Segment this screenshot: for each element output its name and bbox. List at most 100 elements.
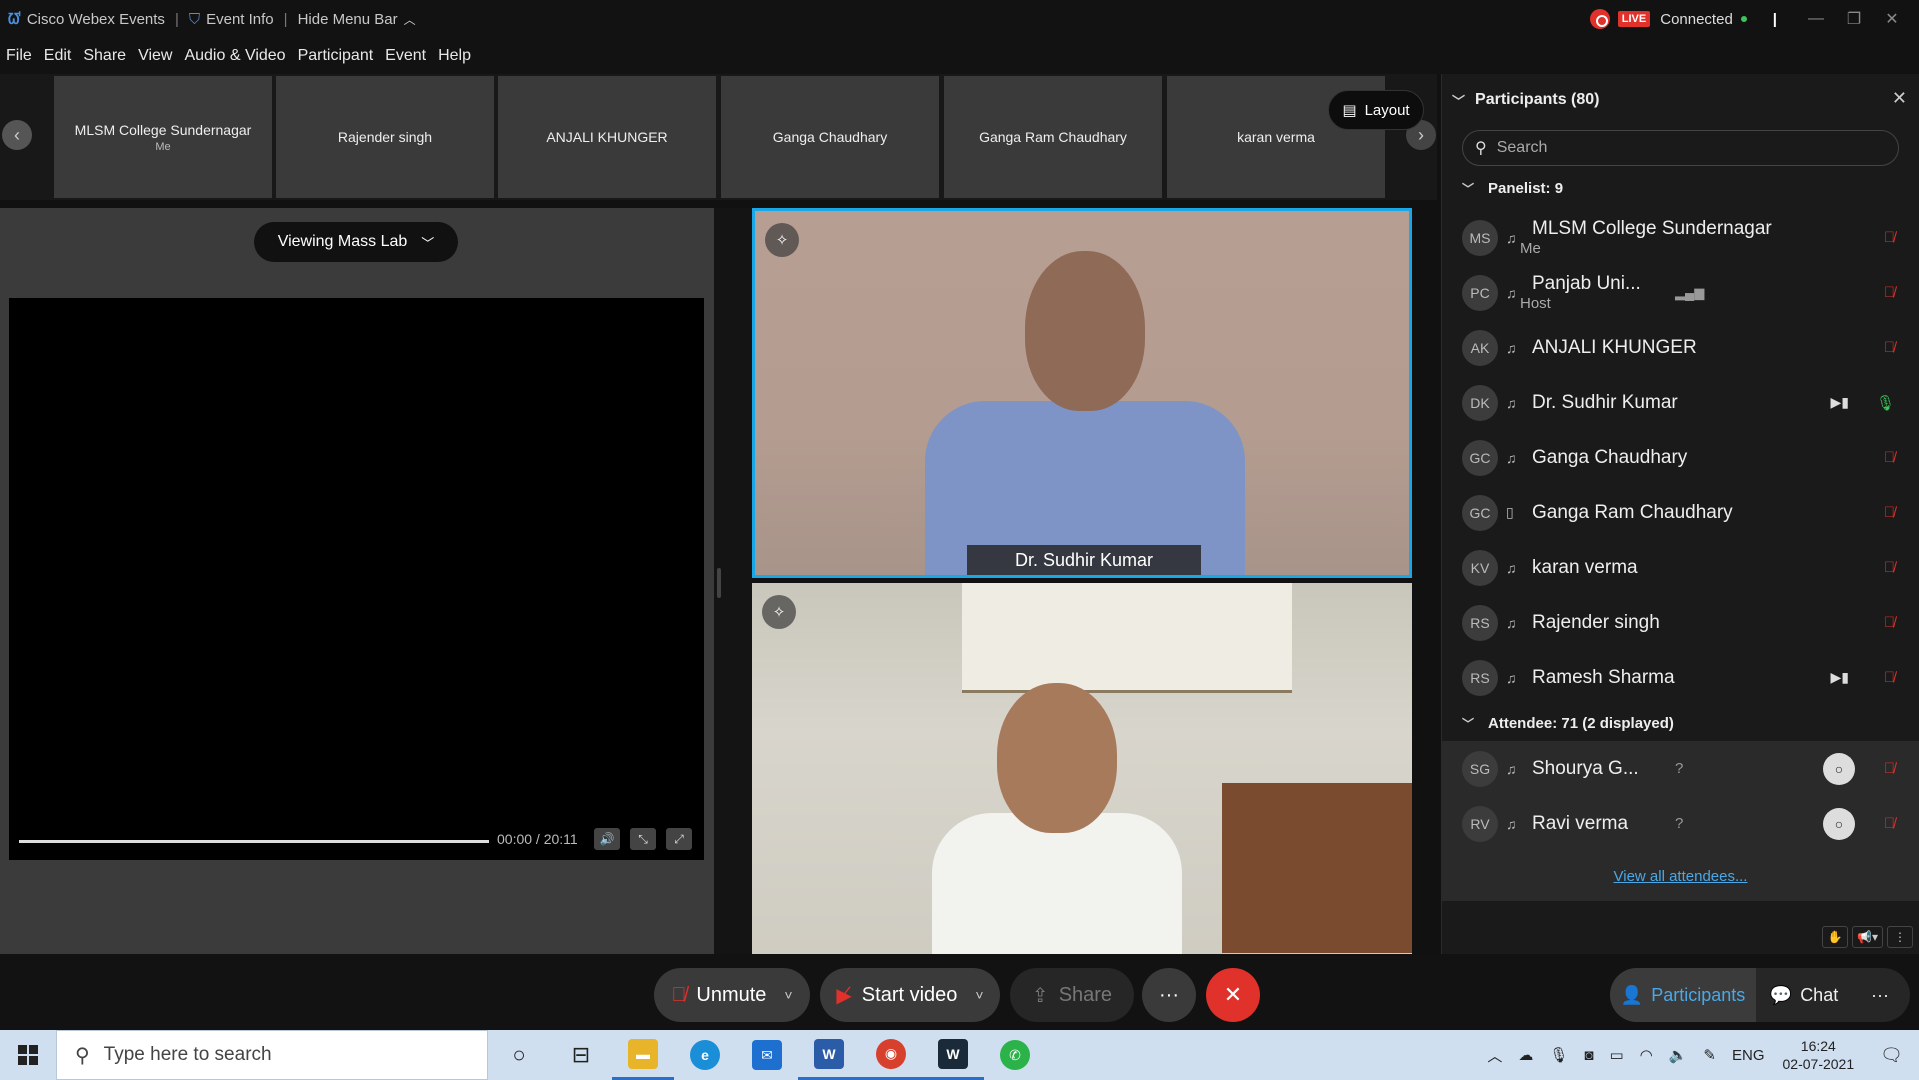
hide-menu-bar-button[interactable]: Hide Menu Bar ︿ [298, 11, 416, 28]
attendee-row[interactable]: RV ♫ Ravi verma ? ○ 🎙̸ [1442, 796, 1919, 851]
mic-muted-icon[interactable]: 🎙̸ [1884, 559, 1895, 576]
participant-row[interactable]: RS ♫ Rajender singh 🎙̸ [1442, 595, 1919, 650]
raise-hand-icon[interactable]: ✋ [1822, 926, 1849, 948]
start-button[interactable] [0, 1030, 56, 1080]
cloud-icon[interactable]: ☁ [1518, 1046, 1533, 1064]
menu-file[interactable]: File [6, 47, 32, 65]
battery-icon[interactable]: ▭ [1609, 1046, 1623, 1064]
mic-muted-icon[interactable]: 🎙̸ [1884, 449, 1895, 466]
whatsapp-icon[interactable]: ✆ [984, 1030, 1046, 1080]
mic-muted-icon[interactable]: 🎙̸ [1884, 760, 1895, 777]
mic-muted-icon[interactable]: 🎙̸ [1884, 614, 1895, 631]
volume-icon[interactable]: 🔈 [1669, 1046, 1688, 1064]
menu-event[interactable]: Event [385, 47, 426, 65]
menu-edit[interactable]: Edit [44, 47, 72, 65]
filmstrip-tile[interactable]: Ganga Ram Chaudhary [944, 76, 1162, 198]
drag-handle-icon[interactable] [717, 568, 721, 598]
menu-participant[interactable]: Participant [298, 47, 374, 65]
participant-row[interactable]: GC ▯ Ganga Ram Chaudhary 🎙̸ [1442, 485, 1919, 540]
participant-row[interactable]: AK ♫ ANJALI KHUNGER 🎙̸ [1442, 320, 1919, 375]
filmstrip-tile[interactable]: ANJALI KHUNGER [498, 76, 716, 198]
menu-view[interactable]: View [138, 47, 172, 65]
chevron-down-icon[interactable]: ˅ [784, 987, 792, 1003]
view-all-attendees-link[interactable]: View all attendees... [1442, 851, 1919, 901]
minimize-video-icon[interactable]: ⤡ [630, 828, 656, 850]
seek-bar[interactable] [19, 840, 489, 843]
participant-row[interactable]: GC ♫ Ganga Chaudhary 🎙̸ [1442, 430, 1919, 485]
filmstrip-tile[interactable]: Ganga Chaudhary [721, 76, 939, 198]
mic-muted-icon[interactable]: 🎙̸ [1884, 284, 1895, 301]
tab-participants[interactable]: 👤 Participants [1610, 968, 1756, 1022]
minimize-button[interactable]: — [1797, 10, 1835, 28]
word-icon[interactable]: W [798, 1030, 860, 1080]
mic-muted-icon[interactable]: 🎙̸ [1884, 229, 1895, 246]
unmute-button[interactable]: 🎙̸ Unmute ˅ [654, 968, 810, 1022]
chevron-down-icon[interactable]: ﹀ [1452, 91, 1465, 110]
filmstrip-prev-button[interactable]: ‹ [2, 120, 32, 150]
participant-row[interactable]: PC ♫ Panjab Uni... Host ▂▄▆ 🎙̸ [1442, 265, 1919, 320]
mail-icon[interactable]: ✉ [736, 1030, 798, 1080]
chrome-icon[interactable]: ◉ [860, 1030, 922, 1080]
video-tile-active[interactable]: ✧ Dr. Sudhir Kumar [752, 208, 1412, 578]
notification-icon[interactable]: 🗨 [1880, 1045, 1903, 1066]
shared-video[interactable]: 00:00 / 20:11 🔊 ⤡ ⤢ [9, 298, 704, 860]
microphone-icon[interactable]: 🎙 [1549, 1046, 1568, 1064]
taskbar-search-input[interactable]: ⚲ Type here to search [56, 1030, 488, 1080]
mic-muted-icon[interactable]: 🎙̸ [1884, 504, 1895, 521]
viewing-dropdown[interactable]: Viewing Mass Lab ﹀ [254, 222, 458, 262]
video-tile[interactable]: ✧ [752, 583, 1412, 954]
participant-row[interactable]: RS ♫ Ramesh Sharma ▶▮ 🎙̸ [1442, 650, 1919, 705]
close-window-button[interactable]: ✕ [1873, 9, 1911, 29]
task-view-icon[interactable]: ⊟ [550, 1030, 612, 1080]
participant-search-input[interactable]: ⚲ Search [1462, 130, 1899, 166]
mic-muted-icon[interactable]: 🎙̸ [1884, 669, 1895, 686]
pen-icon[interactable]: ✎ [1703, 1046, 1716, 1064]
participant-row[interactable]: DK ♫ Dr. Sudhir Kumar ▶▮ 🎙 [1442, 375, 1919, 430]
edge-icon[interactable]: e [674, 1030, 736, 1080]
close-panel-icon[interactable]: ✕ [1892, 88, 1907, 109]
cortana-icon[interactable]: ○ [488, 1030, 550, 1080]
pane-divider[interactable] [714, 208, 752, 954]
wifi-icon[interactable]: ◠ [1640, 1046, 1653, 1064]
chevron-down-icon[interactable]: ˅ [975, 987, 983, 1003]
mic-muted-icon[interactable]: 🎙̸ [1884, 815, 1895, 832]
leave-meeting-button[interactable]: ✕ [1206, 968, 1260, 1022]
menu-audio-video[interactable]: Audio & Video [184, 47, 285, 65]
chat-bubble-icon[interactable]: ○ [1823, 752, 1855, 785]
more-panels-button[interactable]: ··· [1852, 968, 1908, 1022]
volume-icon[interactable]: 🔊 [594, 828, 620, 850]
webex-icon[interactable]: W [922, 1030, 984, 1080]
webcam-icon[interactable]: ◙ [1584, 1047, 1593, 1064]
clock[interactable]: 16:24 02-07-2021 [1783, 1037, 1855, 1073]
file-explorer-icon[interactable]: ▬ [612, 1030, 674, 1080]
mic-on-icon[interactable]: 🎙 [1876, 394, 1895, 412]
layout-button[interactable]: ▤ Layout [1328, 90, 1424, 130]
recording-icon[interactable] [1589, 9, 1610, 29]
filmstrip-tile[interactable]: Rajender singh [276, 76, 494, 198]
mic-muted-icon[interactable]: 🎙̸ [1884, 339, 1895, 356]
chat-tab-label: Chat [1800, 984, 1839, 1005]
pin-icon[interactable]: ✧ [765, 223, 799, 257]
language-indicator[interactable]: ENG [1732, 1047, 1765, 1064]
event-info-button[interactable]: ⛉ Event Info [189, 11, 274, 28]
chevron-up-icon[interactable]: ︿ [1487, 1045, 1502, 1066]
participant-row[interactable]: MS ♫ MLSM College Sundernagar Me 🎙̸ [1442, 210, 1919, 265]
headset-icon: ♫ [1506, 229, 1517, 246]
start-video-button[interactable]: ▶̸ Start video ˅ [820, 968, 1000, 1022]
filmstrip-tile[interactable]: MLSM College Sundernagar Me [54, 76, 272, 198]
chat-bubble-icon[interactable]: ○ [1823, 807, 1855, 840]
pin-icon[interactable]: ✧ [762, 595, 796, 629]
more-vertical-icon[interactable]: ⋮ [1887, 926, 1913, 948]
attendee-row[interactable]: SG ♫ Shourya G... ? ○ 🎙̸ [1442, 741, 1919, 796]
restore-button[interactable]: ❐ [1835, 9, 1873, 29]
announce-icon[interactable]: 📢▾ [1852, 926, 1883, 948]
participant-row[interactable]: KV ♫ karan verma 🎙̸ [1442, 540, 1919, 595]
tab-chat[interactable]: 💬 Chat [1756, 968, 1852, 1022]
more-options-button[interactable]: ··· [1142, 968, 1196, 1022]
attendee-section-header[interactable]: ﹀ Attendee: 71 (2 displayed) [1442, 705, 1919, 741]
share-button[interactable]: ⇪ Share [1010, 968, 1134, 1022]
menu-share[interactable]: Share [83, 47, 126, 65]
fullscreen-icon[interactable]: ⤢ [666, 828, 692, 850]
menu-help[interactable]: Help [438, 47, 471, 65]
panelist-section-header[interactable]: ﹀ Panelist: 9 [1442, 166, 1919, 210]
